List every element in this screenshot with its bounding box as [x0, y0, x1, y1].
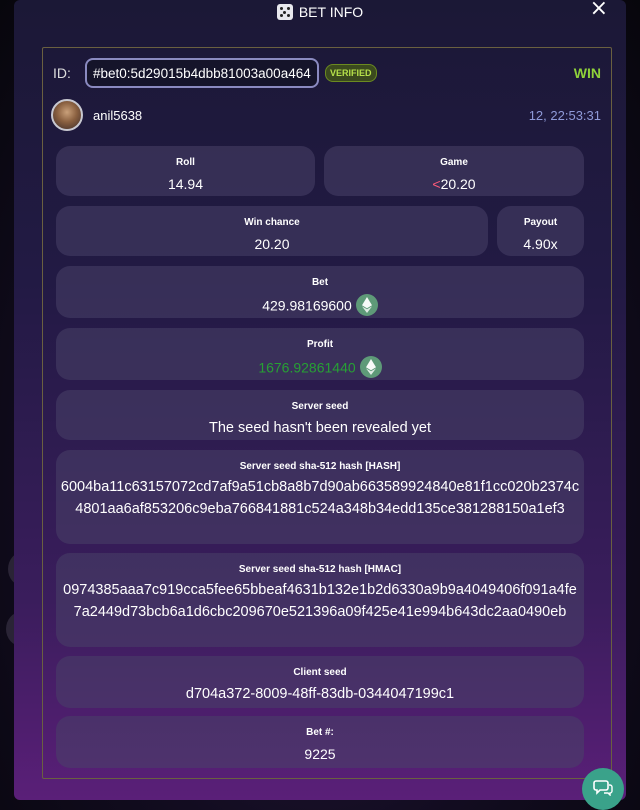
server-seed-hmac-card: Server seed sha-512 hash [HMAC] 0974385a…: [56, 553, 584, 647]
avatar[interactable]: [51, 99, 83, 131]
less-than-symbol: <: [432, 176, 441, 192]
close-button[interactable]: ×: [590, 0, 608, 21]
bet-number-value: 9225: [304, 746, 336, 762]
win-chance-label: Win chance: [244, 217, 300, 228]
server-seed-hmac-value: 0974385aaa7c919cca5fee65bbeaf4631b132e1b…: [63, 582, 577, 620]
profit-label: Profit: [306, 339, 334, 350]
chat-button[interactable]: [582, 768, 624, 810]
bet-id-row: ID: VERIFIED WIN: [53, 58, 601, 88]
user-row: anil5638 12, 22:53:31: [51, 98, 601, 132]
game-label: Game: [440, 157, 468, 168]
server-seed-value: The seed hasn't been revealed yet: [208, 420, 432, 436]
bet-id-label: ID:: [53, 65, 71, 81]
server-seed-hash-card: Server seed sha-512 hash [HASH] 6004ba11…: [56, 450, 584, 544]
bet-amount-value: 429.98169600: [262, 297, 352, 314]
server-seed-label: Server seed: [291, 401, 349, 412]
client-seed-value: d704a372-8009-48ff-83db-0344047199c1: [185, 686, 455, 702]
client-seed-label: Client seed: [293, 667, 347, 678]
game-target: 20.20: [440, 176, 476, 192]
server-seed-hash-value: 6004ba11c63157072cd7af9a51cb8a8b7d90ab66…: [60, 479, 580, 517]
roll-value: 14.94: [167, 176, 204, 192]
payout-label: Payout: [523, 217, 558, 228]
server-seed-hash-label: Server seed sha-512 hash [HASH]: [239, 461, 401, 472]
game-card: Game <20.20: [324, 146, 584, 196]
profit-value: 1676.92861440: [258, 359, 356, 376]
modal-title: BET INFO: [298, 4, 364, 20]
verified-badge: VERIFIED: [325, 64, 377, 82]
win-chance-card: Win chance 20.20: [56, 206, 488, 256]
win-chance-value: 20.20: [254, 236, 290, 252]
modal-header: BET INFO: [14, 0, 626, 24]
client-seed-card: Client seed d704a372-8009-48ff-83db-0344…: [56, 656, 584, 708]
profit-card: Profit 1676.92861440: [56, 328, 584, 380]
username[interactable]: anil5638: [93, 108, 142, 123]
server-seed-card: Server seed The seed hasn't been reveale…: [56, 390, 584, 440]
ethereum-icon: [359, 356, 382, 378]
payout-value: 4.90x: [523, 236, 558, 252]
bet-amount-row: 429.98169600: [56, 294, 584, 318]
chat-icon: [593, 778, 613, 801]
ethereum-icon: [355, 294, 378, 316]
bet-details-panel: ID: VERIFIED WIN anil5638 12, 22:53:31 R…: [42, 47, 612, 779]
result-badge: WIN: [573, 65, 601, 81]
profit-row: 1676.92861440: [56, 356, 584, 380]
roll-card: Roll 14.94: [56, 146, 315, 196]
bet-amount-card: Bet 429.98169600: [56, 266, 584, 318]
server-seed-hmac-label: Server seed sha-512 hash [HMAC]: [238, 564, 402, 575]
payout-card: Payout 4.90x: [497, 206, 584, 256]
bet-number-card: Bet #: 9225: [56, 716, 584, 768]
bet-timestamp: 12, 22:53:31: [528, 107, 601, 123]
dice-icon: [276, 4, 293, 20]
bet-id-field[interactable]: [85, 58, 319, 88]
bet-info-modal: BET INFO × ID: VERIFIED WIN anil5638 12,…: [14, 0, 626, 800]
roll-label: Roll: [176, 157, 195, 168]
bet-amount-label: Bet: [311, 277, 329, 288]
game-value: <20.20: [324, 176, 584, 192]
bet-number-label: Bet #:: [306, 727, 334, 738]
